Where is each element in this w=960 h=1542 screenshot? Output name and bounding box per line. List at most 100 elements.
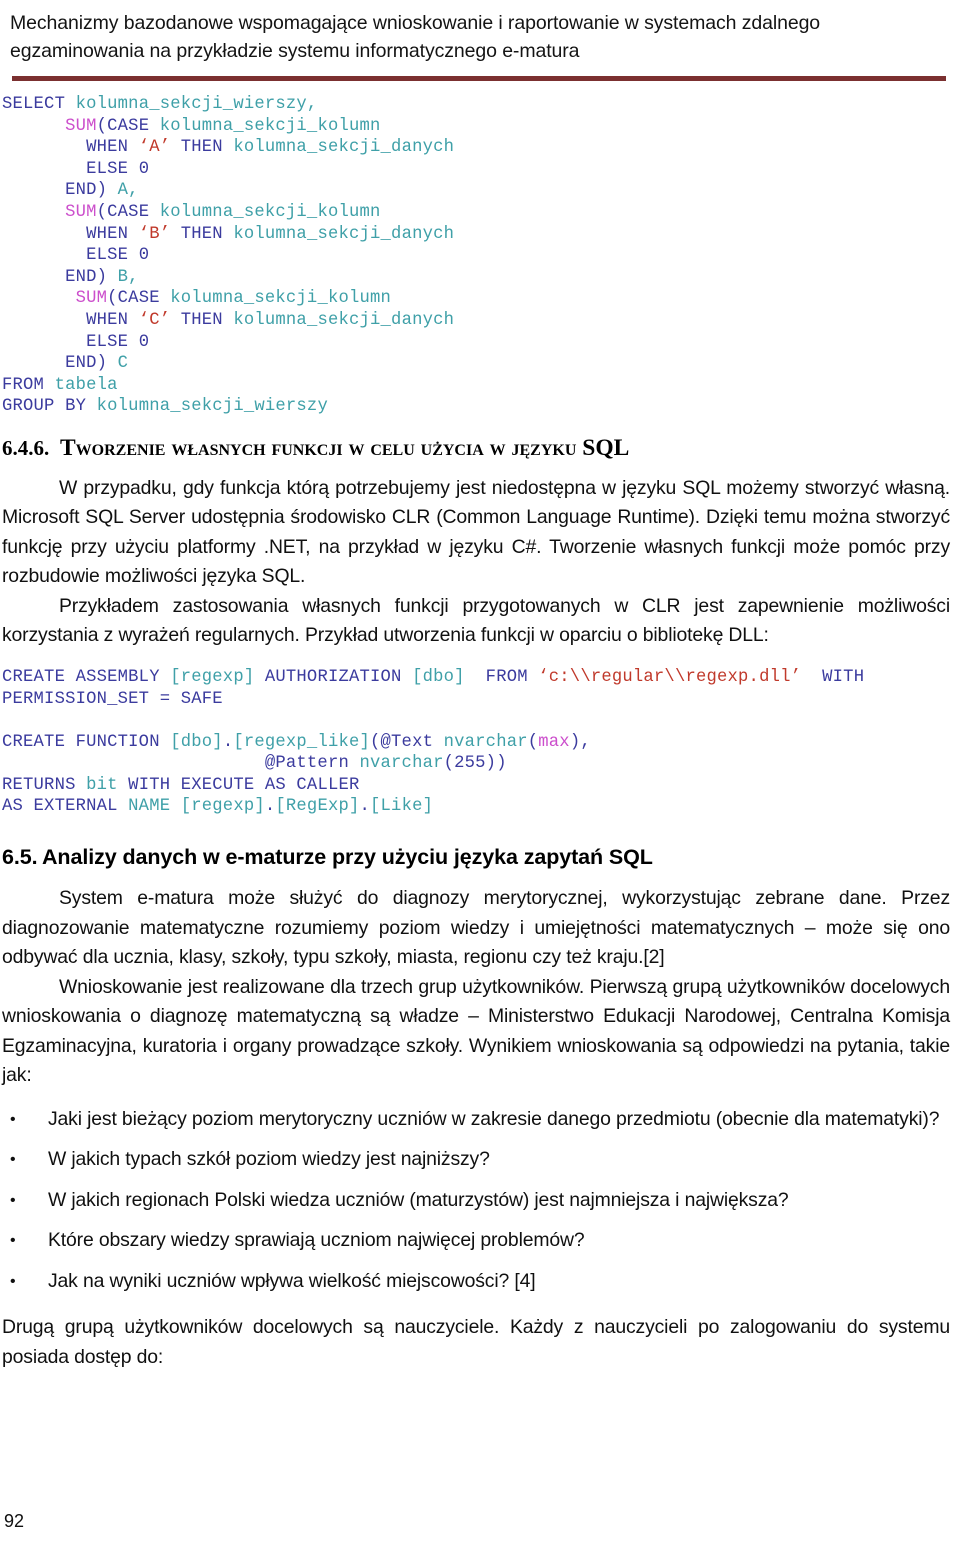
code-token: WITH EXECUTE AS CALLER: [117, 775, 360, 795]
question-bullet-list: • Jaki jest bieżący poziom merytoryczny u…: [2, 1105, 950, 1297]
code-token: .: [359, 797, 371, 817]
list-item-text: W jakich typach szkół poziom wiedzy jest…: [48, 1148, 490, 1171]
code-token: FROM: [2, 375, 55, 395]
code-token: PERMISSION_SET = SAFE: [2, 689, 223, 709]
code-token: WHEN: [86, 310, 139, 330]
code-token: kolumna_sekcji_kolumn: [159, 116, 381, 136]
list-item: • W jakich regionach Polski wiedza ucznió…: [2, 1186, 950, 1216]
paragraph-646-2-text: Przykładem zastosowania własnych funkcji…: [2, 594, 950, 647]
code-token: (: [527, 732, 539, 752]
code-token: nvarchar: [443, 732, 528, 752]
bullet-icon: •: [10, 1191, 16, 1209]
header-divider-rule: [12, 76, 946, 81]
section-heading-6-4-6: 6.4.6. Tworzenie własnych funkcji w celu …: [2, 435, 960, 462]
code-token: ELSE: [86, 246, 139, 266]
code-token: ELSE: [86, 332, 139, 352]
paragraph-646-2: Przykładem zastosowania własnych funkcji…: [2, 592, 950, 651]
code-token: [RegExp]: [275, 797, 360, 817]
list-item: • W jakich typach szkół poziom wiedzy jes…: [2, 1145, 950, 1175]
code-token: @Text: [380, 732, 444, 752]
code-token: 0: [138, 246, 150, 266]
sql-code-block-select-case: SELECT kolumna_sekcji_wierszy, SUM(CASE …: [2, 94, 960, 418]
list-item-text: Jak na wyniki uczniów wpływa wielkość mi…: [48, 1269, 536, 1292]
code-token: SELECT: [2, 95, 76, 114]
paragraph-646-1: W przypadku, gdy funkcja którą potrzebuj…: [2, 474, 950, 592]
code-token: ‘B’: [138, 224, 171, 244]
code-token: 0: [138, 332, 150, 352]
code-token: (: [107, 289, 118, 309]
list-item: • Jak na wyniki uczniów wpływa wielkość m…: [2, 1267, 950, 1297]
code-token: ): [96, 267, 118, 287]
list-item: • Jaki jest bieżący poziom merytoryczny u…: [2, 1105, 950, 1135]
code-token: [regexp]: [180, 797, 265, 817]
code-token: nvarchar: [359, 754, 444, 774]
code-token: max: [538, 732, 570, 752]
section-heading-6-4-6-text: Tworzenie własnych funkcji w celu użycia…: [60, 434, 630, 461]
code-token: WHEN: [86, 224, 139, 244]
code-token: SUM: [75, 289, 108, 309]
sql-code-block-create-assembly-function: CREATE ASSEMBLY [regexp] AUTHORIZATION […: [2, 667, 960, 818]
code-token: [regexp]: [170, 667, 255, 687]
code-token: CREATE FUNCTION: [2, 732, 171, 752]
code-token: THEN: [170, 224, 234, 244]
document-page: Mechanizmy bazodanowe wspomagające wnios…: [0, 0, 960, 1542]
code-token: END: [65, 354, 97, 374]
code-token: (: [96, 202, 108, 222]
code-token: ): [96, 181, 118, 201]
list-item-text: Jaki jest bieżący poziom merytoryczny uc…: [48, 1107, 940, 1130]
code-token: ‘c:\\regular\\regexp.dll’: [538, 667, 802, 687]
code-token: bit: [86, 775, 118, 795]
code-token: RETURNS: [2, 775, 87, 795]
code-token: THEN: [170, 310, 234, 330]
code-token: WHEN: [86, 138, 139, 158]
code-token: (: [370, 732, 381, 752]
code-token: [dbo]: [170, 732, 223, 752]
paragraph-65-1-text: System e-matura może służyć do diagnozy …: [2, 887, 950, 969]
code-token: @Pattern: [264, 754, 360, 774]
paragraph-tail: Drugą grupą użytkowników docelowych są n…: [2, 1316, 950, 1368]
code-token: [Like]: [370, 797, 434, 817]
code-token: GROUP BY: [2, 397, 97, 417]
code-token: ‘C’: [138, 310, 171, 330]
list-item-text: Które obszary wiedzy sprawiają uczniom n…: [48, 1229, 585, 1252]
code-token: B,: [117, 267, 139, 287]
code-token: (: [96, 116, 108, 136]
code-token: END: [65, 181, 97, 201]
section-heading-6-5-text: Analizy danych w e-maturze przy użyciu j…: [42, 845, 653, 870]
running-header: Mechanizmy bazodanowe wspomagające wnios…: [0, 0, 960, 81]
bullet-icon: •: [10, 1272, 16, 1290]
list-item: • Które obszary wiedzy sprawiają uczniom …: [2, 1226, 950, 1256]
paragraph-65-2: Wnioskowanie jest realizowane dla trzech…: [2, 973, 950, 1091]
code-token: A,: [117, 181, 139, 201]
code-token: [dbo]: [412, 667, 465, 687]
code-token: ELSE: [86, 159, 139, 179]
bullet-icon: •: [10, 1110, 16, 1128]
code-token: AS EXTERNAL: [2, 797, 129, 817]
header-title-line-1: Mechanizmy bazodanowe wspomagające wnios…: [10, 12, 821, 34]
code-token: END: [65, 267, 97, 287]
code-token: kolumna_sekcji_wierszy: [96, 397, 328, 417]
code-token: ),: [569, 732, 591, 752]
code-token: .: [222, 732, 234, 752]
page-number: 92: [4, 1511, 25, 1531]
code-token: NAME: [128, 797, 181, 817]
paragraph-646-1-text: W przypadku, gdy funkcja którą potrzebuj…: [2, 476, 950, 588]
code-token: kolumna_sekcji_kolumn: [159, 202, 381, 222]
code-token: kolumna_sekcji_danych: [233, 138, 455, 158]
code-token: kolumna_sekcji_wierszy,: [75, 95, 318, 114]
code-token: CASE: [107, 202, 160, 222]
code-token: AUTHORIZATION: [254, 667, 413, 687]
code-token: CASE: [107, 116, 160, 136]
code-token: tabela: [54, 375, 118, 395]
